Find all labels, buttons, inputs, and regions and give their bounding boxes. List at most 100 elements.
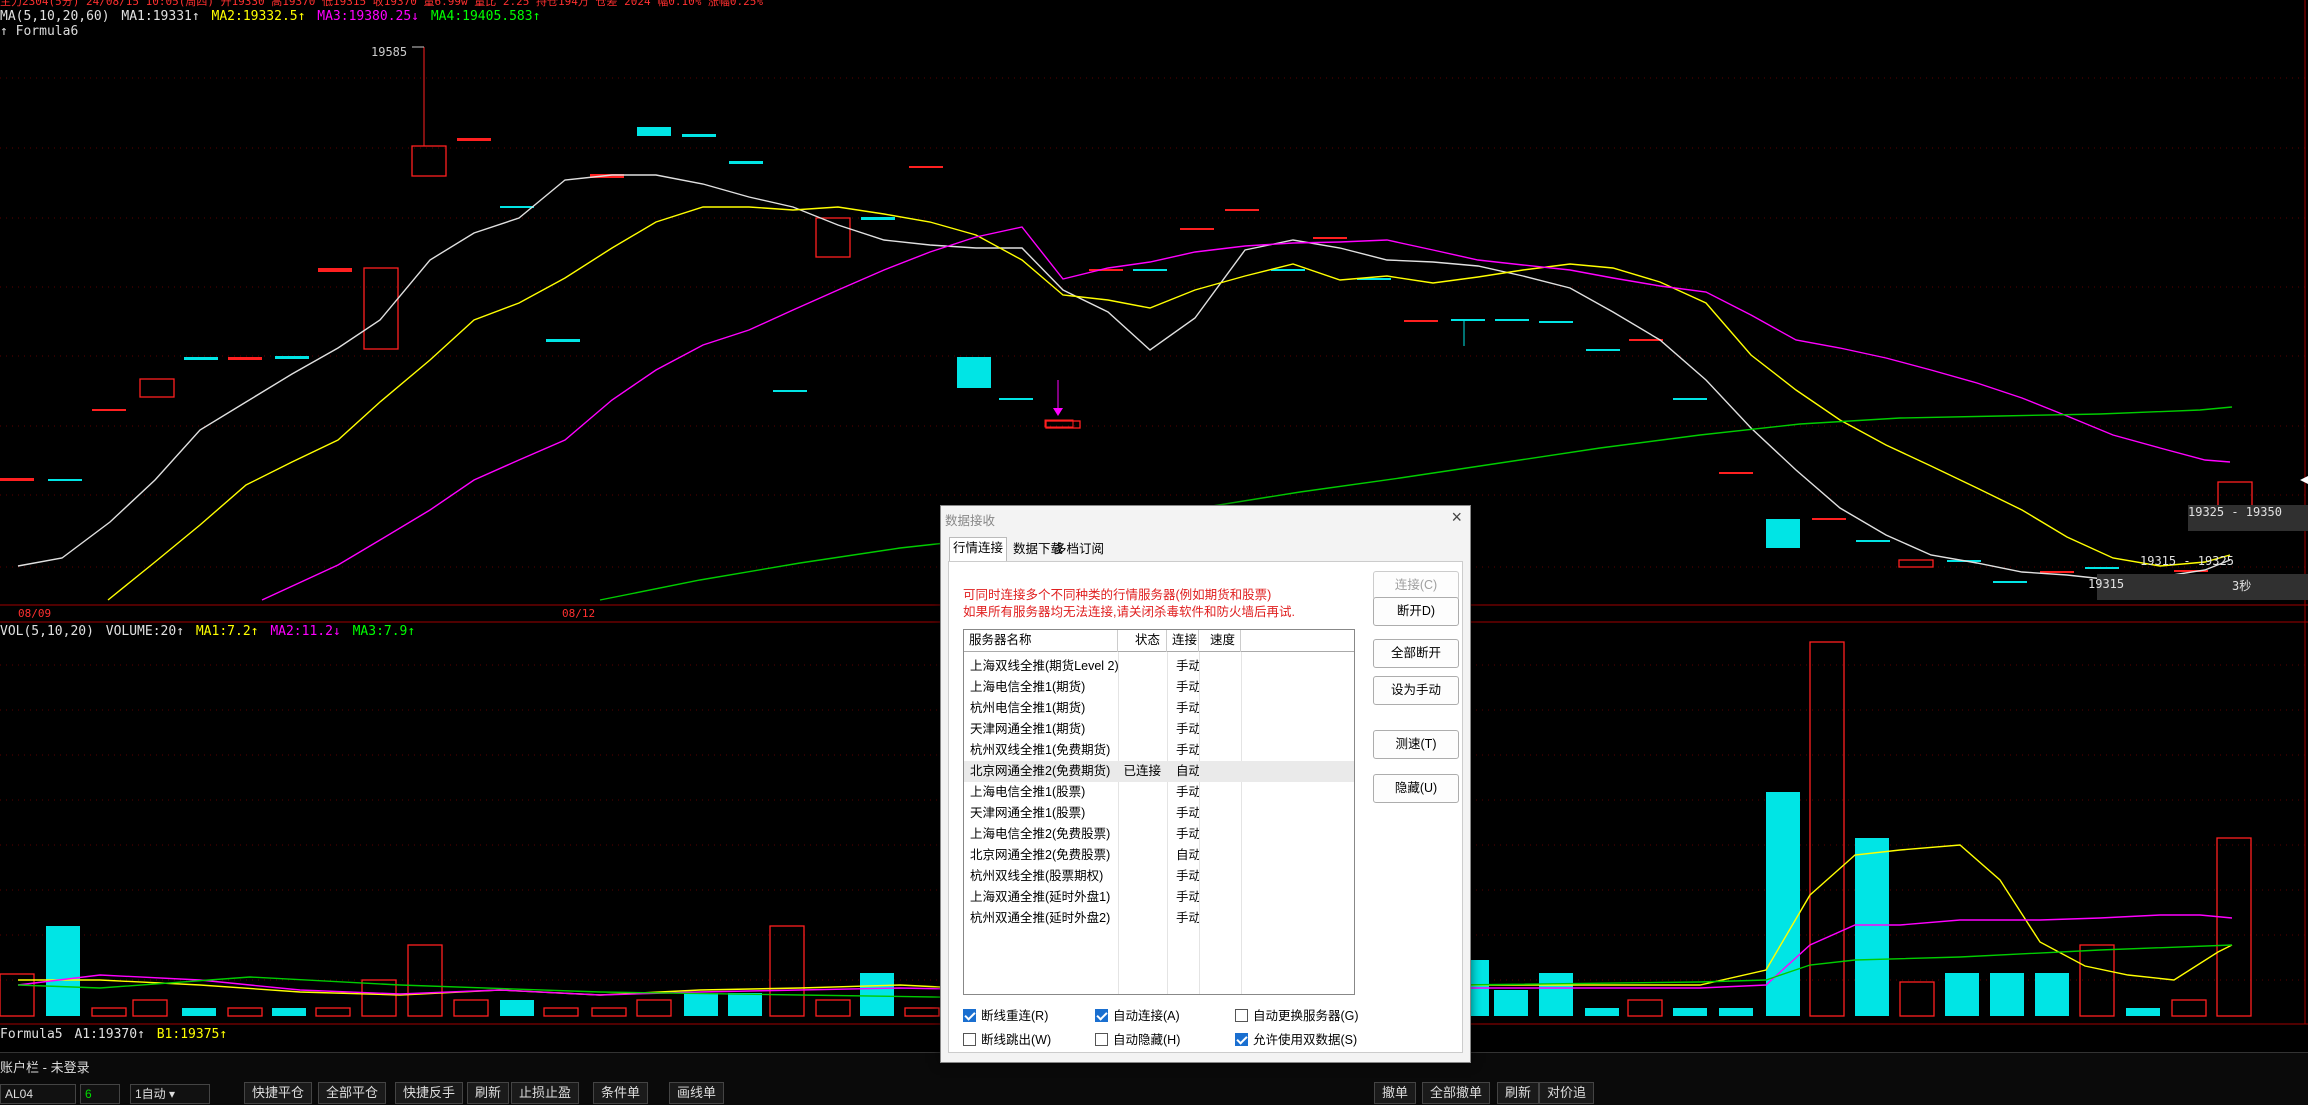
server-status-cell <box>1118 845 1167 866</box>
server-mode-cell: 手动 <box>1176 827 1199 841</box>
col-server-name[interactable]: 服务器名称 <box>964 630 1118 652</box>
volume-bar <box>227 1007 263 1017</box>
vol-legend: VOL(5,10,20) VOLUME:20↑ MA1:7.2↑ MA2:11.… <box>0 624 416 639</box>
candle <box>500 206 534 208</box>
auto-reconnect-checkbox[interactable]: 断线重连(R) <box>963 1007 1048 1025</box>
speed-test-button[interactable]: 测速(T) <box>1373 730 1459 759</box>
candle <box>1993 581 2027 583</box>
quick-close-button[interactable]: 快捷平仓 <box>244 1082 313 1104</box>
auto-switch-server-checkbox[interactable]: 自动更换服务器(G) <box>1235 1007 1359 1025</box>
server-name-cell: 杭州双线全推(股票期权) <box>970 869 1104 883</box>
server-row[interactable]: 上海电信全推1(期货) 手动 <box>964 677 1354 698</box>
volume-bar <box>636 999 672 1017</box>
candle <box>1225 209 1259 211</box>
notice-line-2: 如果所有服务器均无法连接,请关闭杀毒软件和防火墙后再试. <box>963 605 1295 619</box>
candle <box>48 479 82 481</box>
stop-loss-button[interactable]: 止损止盈 <box>511 1082 580 1104</box>
close-all-button[interactable]: 全部平仓 <box>318 1082 387 1104</box>
ma3-value: MA3:19380.25↓ <box>317 9 420 24</box>
volume-bar <box>361 979 397 1017</box>
candle <box>1133 269 1167 271</box>
server-mode-cell: 手动 <box>1176 785 1199 799</box>
volume-bar <box>860 973 894 1016</box>
candle <box>1404 320 1438 322</box>
candle <box>773 390 807 392</box>
countdown-label: 3秒 <box>2232 579 2252 593</box>
disconnect-popup-checkbox[interactable]: 断线跳出(W) <box>963 1031 1051 1049</box>
candle <box>1313 237 1347 239</box>
server-mode-cell: 自动 <box>1176 764 1199 778</box>
volume-bar <box>315 1007 351 1017</box>
candle <box>1271 269 1305 271</box>
server-speed-cell <box>1199 656 1241 677</box>
server-name-cell: 上海双通全推(延时外盘1) <box>970 890 1111 904</box>
volume-bar <box>1585 1008 1619 1016</box>
server-speed-cell <box>1199 908 1241 929</box>
volume-bar <box>815 999 851 1017</box>
server-status-cell <box>1118 677 1167 698</box>
server-row[interactable]: 杭州双线全推(股票期权) 手动 <box>964 866 1354 887</box>
server-row[interactable]: 北京网通全推2(免费股票) 自动 <box>964 845 1354 866</box>
server-row[interactable]: 上海电信全推1(股票) 手动 <box>964 782 1354 803</box>
server-row[interactable]: 天津网通全推1(股票) 手动 <box>964 803 1354 824</box>
volume-bar <box>1990 973 2024 1016</box>
price-mode-select[interactable]: 1自动 ▾ <box>130 1084 210 1104</box>
server-speed-cell <box>1199 866 1241 887</box>
col-connect[interactable]: 连接 <box>1167 630 1199 652</box>
disconnect-all-button[interactable]: 全部断开 <box>1373 639 1459 668</box>
volume-bar <box>272 1008 306 1016</box>
disconnect-button[interactable]: 断开D) <box>1373 597 1459 626</box>
server-row[interactable]: 上海电信全推2(免费股票) 手动 <box>964 824 1354 845</box>
refresh-right-button[interactable]: 刷新 <box>1497 1082 1540 1104</box>
dual-data-checkbox[interactable]: 允许使用双数据(S) <box>1235 1031 1357 1049</box>
contract-code-input[interactable]: AL04 <box>0 1084 76 1104</box>
candle <box>0 478 34 481</box>
server-status-cell <box>1118 908 1167 929</box>
cancel-order-button[interactable]: 撤单 <box>1374 1082 1417 1104</box>
quick-reverse-button[interactable]: 快捷反手 <box>395 1082 464 1104</box>
tab-market-connection[interactable]: 行情连接 <box>949 537 1008 561</box>
server-name-cell: 北京网通全推2(免费期货) <box>970 764 1111 778</box>
candle <box>139 378 175 398</box>
account-status: 账户栏 - 未登录 <box>0 1060 90 1075</box>
candle <box>999 398 1033 400</box>
server-row[interactable]: 上海双线全推(期货Level 2) 手动 <box>964 656 1354 677</box>
dialog-title: 数据接收 <box>945 514 996 528</box>
server-list[interactable]: 服务器名称 状态 连接 速度 上海双线全推(期货Level 2) 手动 上海电信全推… <box>963 629 1355 995</box>
connect-button[interactable]: 连接(C) <box>1373 571 1459 600</box>
server-row[interactable]: 天津网通全推1(期货) 手动 <box>964 719 1354 740</box>
volume-bar <box>2035 973 2069 1016</box>
tab-multi-level-subscribe[interactable]: 多档订阅 <box>1051 539 1107 561</box>
date-label-2: 08/12 <box>562 607 596 620</box>
refresh-button[interactable]: 刷新 <box>467 1082 510 1104</box>
server-speed-cell <box>1199 824 1241 845</box>
chase-price-button[interactable]: 对价追 <box>1539 1082 1595 1104</box>
server-row[interactable]: 杭州电信全推1(期货) 手动 <box>964 698 1354 719</box>
auto-connect-checkbox[interactable]: 自动连接(A) <box>1095 1007 1180 1025</box>
col-status[interactable]: 状态 <box>1118 630 1167 652</box>
hide-button[interactable]: 隐藏(U) <box>1373 774 1459 803</box>
volume-bar <box>46 926 80 1016</box>
server-row[interactable]: 杭州双线全推1(免费期货) 手动 <box>964 740 1354 761</box>
cancel-all-button[interactable]: 全部撤单 <box>1422 1082 1491 1104</box>
ma2-value: MA2:19332.5↑ <box>211 9 306 24</box>
server-name-cell: 天津网通全推1(期货) <box>970 722 1086 736</box>
formula6-label: ↑ Formula6 <box>0 24 79 39</box>
server-row[interactable]: 杭州双通全推(延时外盘2) 手动 <box>964 908 1354 929</box>
server-row[interactable]: 北京网通全推2(免费期货) 已连接 自动 <box>964 761 1354 782</box>
server-row[interactable]: 上海双通全推(延时外盘1) 手动 <box>964 887 1354 908</box>
candle <box>411 145 447 177</box>
server-mode-cell: 手动 <box>1176 890 1199 904</box>
server-mode-cell: 手动 <box>1176 659 1199 673</box>
conditional-order-button[interactable]: 条件单 <box>593 1082 649 1104</box>
auto-hide-checkbox[interactable]: 自动隐藏(H) <box>1095 1031 1180 1049</box>
server-status-cell <box>1118 803 1167 824</box>
close-icon[interactable]: × <box>1451 507 1462 528</box>
set-manual-button[interactable]: 设为手动 <box>1373 676 1459 705</box>
server-status-cell <box>1118 698 1167 719</box>
line-order-button[interactable]: 画线单 <box>669 1082 725 1104</box>
candle <box>1856 540 1890 542</box>
volume-bar <box>543 1007 579 1017</box>
quantity-input[interactable]: 6 <box>80 1084 120 1104</box>
col-speed[interactable]: 速度 <box>1199 630 1241 652</box>
